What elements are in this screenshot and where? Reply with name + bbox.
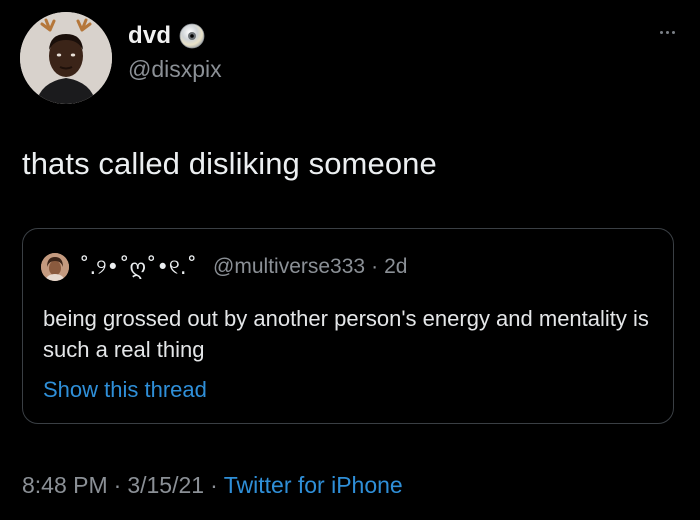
quoted-tweet-header: ˚.୨•˚ღ˚•୧.˚ @multiverse333 · 2d [41,253,407,281]
quoted-handle[interactable]: @multiverse333 [213,255,365,279]
quoted-tweet-text: being grossed out by another person's en… [43,306,649,362]
cd-disc-icon [179,23,205,49]
show-thread-link[interactable]: Show this thread [43,377,207,403]
tweet-client-link[interactable]: Twitter for iPhone [224,472,403,498]
tweet-time[interactable]: 8:48 PM [22,472,108,498]
author-handle[interactable]: @disxpix [128,56,222,83]
footer-separator: · [210,472,218,498]
quoted-timestamp[interactable]: 2d [384,255,407,279]
tweet-card: dvd @disxpix thats called disliking some… [0,0,700,520]
profile-photo-icon [20,12,112,104]
author-avatar[interactable] [20,12,112,104]
quoted-separator: · [371,255,379,278]
more-options-icon[interactable] [652,22,682,42]
quoted-profile-photo-icon [41,253,69,281]
quoted-tweet[interactable]: ˚.୨•˚ღ˚•୧.˚ @multiverse333 · 2d being gr… [22,228,674,424]
author-display-name[interactable]: dvd [128,22,171,50]
tweet-text: thats called disliking someone [22,146,437,181]
footer-separator: · [113,472,122,498]
quoted-author-avatar[interactable] [41,253,69,281]
tweet-footer: 8:48 PM · 3/15/21 · Twitter for iPhone [22,472,403,499]
author-name-row: dvd [128,22,205,50]
tweet-date[interactable]: 3/15/21 [127,472,204,498]
quoted-display-name[interactable]: ˚.୨•˚ღ˚•୧.˚ [79,255,197,280]
